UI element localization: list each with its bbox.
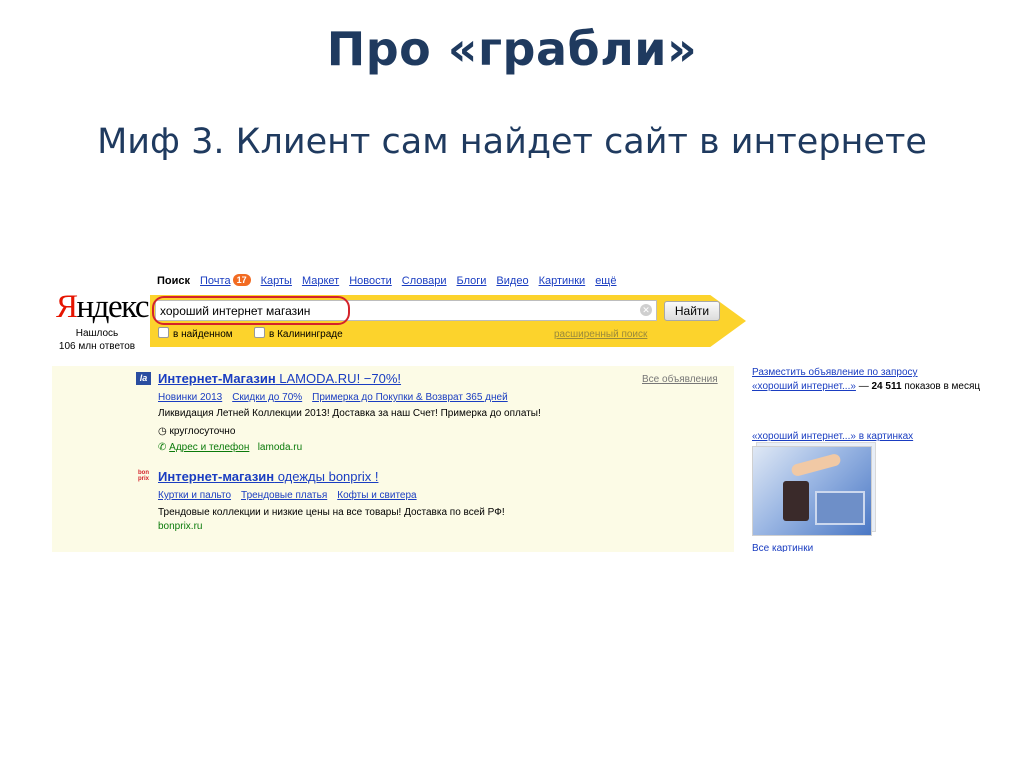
result-snippet: Ликвидация Летней Коллекции 2013! Достав… xyxy=(158,408,541,419)
address-link[interactable]: Адрес и телефон xyxy=(169,442,249,453)
highlight-oval xyxy=(152,296,350,325)
result-domain: bonprix.ru xyxy=(158,521,203,532)
nav-maps[interactable]: Карты xyxy=(261,275,292,287)
mail-count-badge: 17 xyxy=(232,274,251,286)
place-ad-link[interactable]: Разместить объявление по запросу xyxy=(752,367,918,378)
slide-title: Про «грабли» xyxy=(326,22,698,76)
result-title-lamoda[interactable]: Интернет-Магазин LAMODA.RU! −70%! xyxy=(158,371,401,386)
ads-block: Все объявления la Интернет-Магазин LAMOD… xyxy=(52,366,734,552)
checkbox-icon[interactable] xyxy=(158,327,169,338)
sitelinks-bonprix: Куртки и пальто Трендовые платья Кофты и с… xyxy=(158,490,427,501)
yandex-logo[interactable]: Яндекс xyxy=(56,290,149,324)
slide-subtitle: Миф 3. Клиент сам найдет сайт в интернет… xyxy=(97,122,927,162)
images-link[interactable]: «хороший интернет...» в картинках xyxy=(752,431,913,442)
advanced-search-link[interactable]: расширенный поиск xyxy=(554,329,647,340)
nav-video[interactable]: Видео xyxy=(496,275,528,287)
nav-blogs[interactable]: Блоги xyxy=(457,275,487,287)
nav-news[interactable]: Новости xyxy=(349,275,392,287)
right-column: Разместить объявление по запросу «хороши… xyxy=(752,366,982,552)
address-line: ✆ Адрес и телефон lamoda.ru xyxy=(158,442,302,453)
all-ads-link[interactable]: Все объявления xyxy=(642,374,718,385)
impressions-count: 24 511 xyxy=(871,381,902,392)
nav-images[interactable]: Картинки xyxy=(539,275,586,287)
all-images-link[interactable]: Все картинки xyxy=(752,542,813,552)
clock-icon: ◷ xyxy=(158,426,170,437)
top-nav: Поиск Почта 17 Карты Маркет Новости Словари Бло… xyxy=(157,274,626,287)
option-in-city[interactable]: в Калининграде xyxy=(254,327,343,340)
nav-more[interactable]: ещё xyxy=(595,275,616,287)
sitelink[interactable]: Примерка до Покупки & Возврат 365 дней xyxy=(312,392,508,403)
image-thumbnail[interactable] xyxy=(752,446,872,536)
nav-search: Поиск xyxy=(157,275,191,287)
sitelink[interactable]: Новинки 2013 xyxy=(158,392,222,403)
laptop-icon xyxy=(815,491,865,525)
yandex-screenshot: Яндекс Нашлось 106 млн ответов Поиск Почт… xyxy=(52,268,982,552)
bonprix-icon: bon prix xyxy=(137,470,149,482)
lamoda-icon: la xyxy=(136,372,151,385)
hand-icon xyxy=(790,452,842,478)
checkbox-icon[interactable] xyxy=(254,327,265,338)
query-link[interactable]: «хороший интернет...» xyxy=(752,381,856,392)
nav-dictionaries[interactable]: Словари xyxy=(402,275,447,287)
result-title-bonprix[interactable]: Интернет-магазин одежды bonprix ! xyxy=(158,469,378,484)
nav-mail[interactable]: Почта xyxy=(200,275,231,287)
phone-icon: ✆ xyxy=(158,442,170,453)
results-count: Нашлось 106 млн ответов xyxy=(58,328,136,352)
sitelink[interactable]: Куртки и пальто xyxy=(158,490,231,501)
sitelink[interactable]: Трендовые платья xyxy=(241,490,327,501)
nav-market[interactable]: Маркет xyxy=(302,275,339,287)
result-snippet: Трендовые коллекции и низкие цены на все… xyxy=(158,507,505,518)
sitelink[interactable]: Кофты и свитера xyxy=(337,490,416,501)
option-in-found[interactable]: в найденном xyxy=(158,327,233,340)
sitelinks-lamoda: Новинки 2013 Скидки до 70% Примерка до Пок… xyxy=(158,392,518,403)
result-domain: lamoda.ru xyxy=(257,442,303,453)
clear-icon[interactable]: ✕ xyxy=(640,304,652,316)
hours-line: ◷ круглосуточно xyxy=(158,426,236,437)
sitelink[interactable]: Скидки до 70% xyxy=(232,392,302,403)
find-button[interactable]: Найти xyxy=(664,301,720,321)
shopping-bag-icon xyxy=(783,481,809,521)
